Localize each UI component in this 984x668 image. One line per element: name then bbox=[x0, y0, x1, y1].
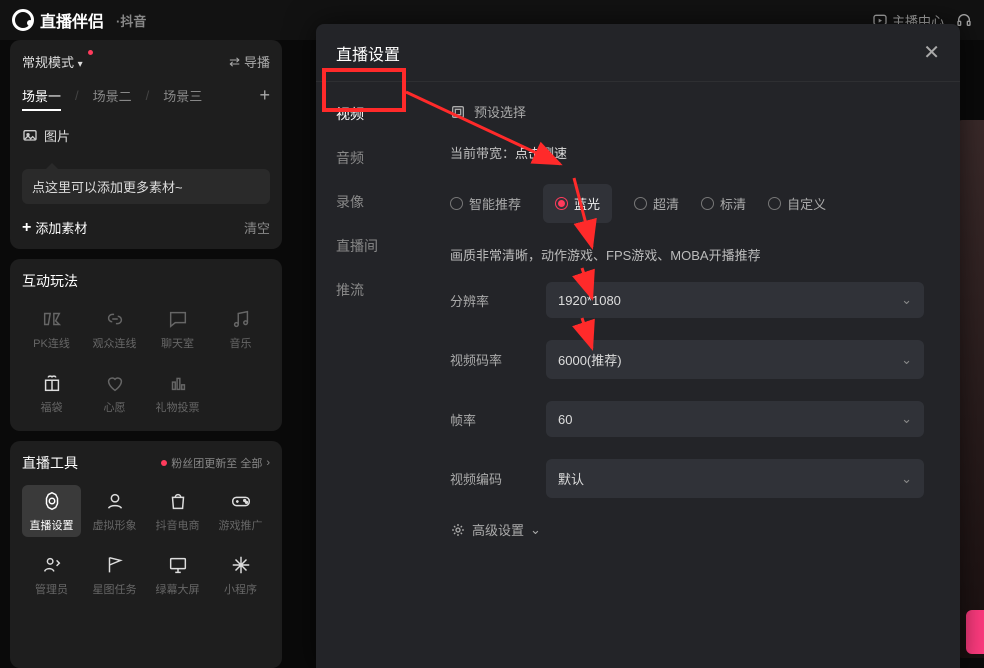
monitor-icon bbox=[166, 553, 190, 577]
radio-smart[interactable]: 智能推荐 bbox=[450, 184, 521, 223]
image-icon bbox=[22, 128, 38, 144]
chevron-down-icon: ⌄ bbox=[901, 352, 912, 368]
tab-audio[interactable]: 音频 bbox=[316, 136, 426, 180]
bag-icon bbox=[166, 489, 190, 513]
play-item-vote[interactable]: 礼物投票 bbox=[148, 367, 207, 419]
tab-video[interactable]: 视频 bbox=[316, 92, 426, 136]
gamepad-icon bbox=[229, 489, 253, 513]
avatar-icon bbox=[103, 489, 127, 513]
preset-icon bbox=[450, 104, 466, 120]
side-action-button[interactable] bbox=[966, 610, 984, 654]
chevron-down-icon: ⌄ bbox=[901, 471, 912, 487]
clear-button[interactable]: 清空 bbox=[244, 218, 270, 237]
chat-icon bbox=[166, 307, 190, 331]
spark-icon bbox=[229, 553, 253, 577]
heart-icon bbox=[103, 371, 127, 395]
resolution-label: 分辨率 bbox=[450, 291, 546, 310]
play-item-wish[interactable]: 心愿 bbox=[85, 367, 144, 419]
music-icon bbox=[229, 307, 253, 331]
modal-title: 直播设置 bbox=[336, 41, 400, 65]
scene-tab-1[interactable]: 场景一 bbox=[22, 86, 61, 105]
play-item-chat[interactable]: 聊天室 bbox=[148, 303, 207, 355]
image-source-item[interactable]: 图片 bbox=[22, 126, 270, 145]
gear-small-icon bbox=[450, 522, 466, 538]
play-item-pk[interactable]: PK连线 bbox=[22, 303, 81, 355]
chevron-down-icon: ⌄ bbox=[530, 522, 541, 538]
close-icon[interactable]: ✕ bbox=[923, 40, 940, 65]
codec-label: 视频编码 bbox=[450, 469, 546, 488]
mode-selector[interactable]: 常规模式 ▾ bbox=[22, 52, 83, 71]
admin-icon bbox=[40, 553, 64, 577]
tool-item-startask[interactable]: 星图任务 bbox=[85, 549, 144, 601]
tab-record[interactable]: 录像 bbox=[316, 180, 426, 224]
radio-sd[interactable]: 标清 bbox=[701, 184, 746, 223]
chevron-right-icon: › bbox=[266, 457, 270, 469]
bitrate-select[interactable]: 6000(推荐)⌄ bbox=[546, 340, 924, 379]
app-name: 直播伴侣 bbox=[40, 8, 104, 32]
play-item-music[interactable]: 音乐 bbox=[211, 303, 270, 355]
gear-icon bbox=[40, 489, 64, 513]
scene-tab-3[interactable]: 场景三 bbox=[163, 86, 202, 105]
guide-button[interactable]: ⇄ 导播 bbox=[229, 52, 270, 71]
play-title: 互动玩法 bbox=[22, 271, 270, 291]
tool-item-greenscreen[interactable]: 绿幕大屏 bbox=[148, 549, 207, 601]
right-edge-bg bbox=[958, 120, 984, 658]
app-subtitle: ·抖音 bbox=[116, 11, 146, 30]
modal-tabs: 视频 音频 录像 直播间 推流 bbox=[316, 82, 426, 668]
add-material-button[interactable]: + 添加素材 bbox=[22, 218, 87, 237]
preset-select-link[interactable]: 预设选择 bbox=[450, 102, 526, 121]
fans-update-link[interactable]: 粉丝团更新至 全部› bbox=[161, 455, 270, 471]
add-material-tip: 点这里可以添加更多素材~ bbox=[22, 169, 270, 204]
tab-room[interactable]: 直播间 bbox=[316, 224, 426, 268]
add-scene-button[interactable]: + bbox=[259, 85, 270, 106]
fps-label: 帧率 bbox=[450, 410, 546, 429]
quality-radio-group: 智能推荐 蓝光 超清 标清 自定义 bbox=[450, 184, 826, 223]
pk-icon bbox=[40, 307, 64, 331]
tool-title: 直播工具 bbox=[22, 453, 78, 473]
vote-icon bbox=[166, 371, 190, 395]
settings-modal: 直播设置 ✕ 视频 音频 录像 直播间 推流 预设选择 当前带宽： 点击测速 bbox=[316, 24, 960, 668]
gift-icon bbox=[40, 371, 64, 395]
play-item-gift[interactable]: 福袋 bbox=[22, 367, 81, 419]
codec-select[interactable]: 默认⌄ bbox=[546, 459, 924, 498]
play-item-audience[interactable]: 观众连线 bbox=[85, 303, 144, 355]
quality-description: 画质非常清晰，动作游戏、FPS游戏、MOBA开播推荐 bbox=[450, 245, 924, 264]
tool-item-miniapp[interactable]: 小程序 bbox=[211, 549, 270, 601]
flag-icon bbox=[103, 553, 127, 577]
tool-item-ecommerce[interactable]: 抖音电商 bbox=[148, 485, 207, 537]
advanced-settings-toggle[interactable]: 高级设置 ⌄ bbox=[450, 520, 924, 539]
fps-select[interactable]: 60⌄ bbox=[546, 401, 924, 437]
link-icon bbox=[103, 307, 127, 331]
logo-icon bbox=[12, 9, 34, 31]
resolution-select[interactable]: 1920*1080⌄ bbox=[546, 282, 924, 318]
tab-push[interactable]: 推流 bbox=[316, 268, 426, 312]
bitrate-label: 视频码率 bbox=[450, 350, 546, 369]
radio-custom[interactable]: 自定义 bbox=[768, 184, 826, 223]
tool-item-settings[interactable]: 直播设置 bbox=[22, 485, 81, 537]
bandwidth-label: 当前带宽： bbox=[450, 143, 515, 162]
scene-panel: 常规模式 ▾ ⇄ 导播 场景一 / 场景二 / 场景三 + 图片 bbox=[10, 40, 282, 249]
swap-icon: ⇄ bbox=[229, 54, 240, 70]
chevron-down-icon: ⌄ bbox=[901, 292, 912, 308]
radio-bluray[interactable]: 蓝光 bbox=[543, 184, 612, 223]
chevron-down-icon: ⌄ bbox=[901, 411, 912, 427]
tool-item-avatar[interactable]: 虚拟形象 bbox=[85, 485, 144, 537]
radio-ultra[interactable]: 超清 bbox=[634, 184, 679, 223]
tool-item-game[interactable]: 游戏推广 bbox=[211, 485, 270, 537]
app-logo: 直播伴侣 ·抖音 bbox=[12, 8, 146, 32]
scene-tab-2[interactable]: 场景二 bbox=[93, 86, 132, 105]
play-panel: 互动玩法 PK连线 观众连线 聊天室 音乐 福袋 心愿 礼物投票 bbox=[10, 259, 282, 431]
tool-panel: 直播工具 粉丝团更新至 全部› 直播设置 虚拟形象 抖音电商 游戏推广 管理员 … bbox=[10, 441, 282, 668]
bandwidth-test-button[interactable]: 点击测速 bbox=[515, 143, 567, 162]
tool-item-admin[interactable]: 管理员 bbox=[22, 549, 81, 601]
